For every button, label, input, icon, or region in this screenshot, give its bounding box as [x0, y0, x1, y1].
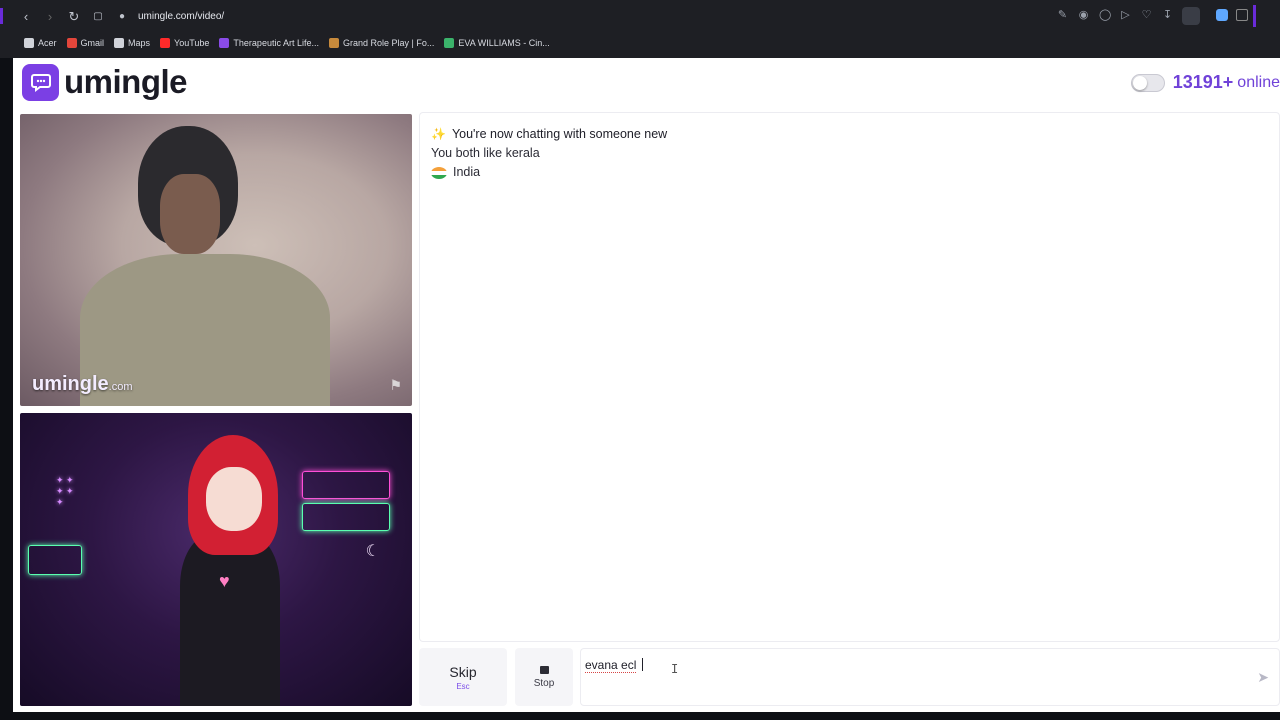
- chat-bubble-icon: [22, 63, 59, 101]
- shield-icon[interactable]: ◯: [1099, 8, 1111, 21]
- edit-icon[interactable]: ✎: [1057, 8, 1068, 21]
- interest-text: You both like kerala: [431, 146, 540, 160]
- skip-button[interactable]: Skip Esc: [419, 648, 507, 706]
- chat-controls: Skip Esc Stop evana ecl I ➤: [419, 646, 1280, 708]
- browser-chrome: ‹ › ↻ ▢ ● umingle.com/video/ ✎ ◉ ◯ ▷ ♡ ↧…: [0, 0, 1280, 58]
- india-flag-icon: [431, 166, 447, 179]
- neon-sign: [302, 471, 390, 499]
- bookmark-favicon-icon: [444, 38, 455, 48]
- bookmark-favicon-icon: [219, 38, 230, 48]
- bookmark-label: Acer: [38, 38, 57, 48]
- reload-icon[interactable]: ↻: [64, 7, 84, 27]
- online-count: 13191+: [1172, 72, 1234, 92]
- sparkle-icon: ✨: [431, 127, 446, 141]
- bookmark-label: Therapeutic Art Life...: [233, 38, 319, 48]
- stranger-face: [160, 174, 220, 254]
- neon-sign: [28, 545, 82, 575]
- bookmark-label: EVA WILLIAMS - Cin...: [458, 38, 550, 48]
- bookmark-label: Gmail: [80, 38, 105, 48]
- bookmark-item[interactable]: Grand Role Play | Fo...: [325, 38, 438, 48]
- chat-panel: ✨ You're now chatting with someone new Y…: [419, 112, 1280, 642]
- bookmark-item[interactable]: Gmail: [63, 38, 109, 48]
- skip-shortcut: Esc: [456, 681, 470, 691]
- ibeam-cursor-icon: I: [671, 662, 679, 676]
- browser-toolbar: ✎ ◉ ◯ ▷ ♡ ↧ ≡: [1057, 8, 1194, 21]
- bookmark-label: Grand Role Play | Fo...: [342, 38, 435, 48]
- message-input[interactable]: evana ecl I ➤: [580, 648, 1280, 706]
- site-logo[interactable]: umingle: [22, 63, 188, 101]
- heart-icon: ♥: [219, 571, 230, 591]
- chat-interest: You both like kerala: [431, 144, 1268, 163]
- text-caret: [642, 658, 643, 671]
- self-video: ✦ ✦ ✦ ✦ ✦ ☾ ♥: [20, 413, 412, 706]
- back-icon[interactable]: ‹: [16, 7, 36, 27]
- online-label: online: [1237, 73, 1280, 91]
- message-text: evana ecl: [585, 658, 637, 673]
- bookmark-item[interactable]: Acer: [20, 38, 61, 48]
- sidebar-accent: [1253, 5, 1256, 27]
- watermark-text: umingle: [32, 373, 109, 395]
- bookmark-favicon-icon: [328, 38, 339, 48]
- bookmark-item[interactable]: Maps: [110, 38, 154, 48]
- extension-icon[interactable]: [1216, 9, 1228, 21]
- avatar-body: [180, 535, 280, 706]
- address-bar-url[interactable]: umingle.com/video/: [138, 11, 224, 22]
- chat-status: ✨ You're now chatting with someone new: [431, 125, 1268, 144]
- download-icon[interactable]: ↧: [1162, 8, 1173, 21]
- logo-text: umingle: [64, 63, 188, 100]
- country-text: India: [453, 165, 481, 179]
- play-icon[interactable]: ▷: [1120, 8, 1131, 21]
- chat-country: India: [431, 163, 1268, 182]
- stop-label: Stop: [533, 677, 555, 689]
- online-indicator: 13191+ online: [1130, 72, 1280, 93]
- maps-icon: [114, 38, 125, 48]
- bookmark-label: Maps: [128, 38, 151, 48]
- skip-label: Skip: [449, 663, 477, 680]
- gmail-icon: [66, 38, 77, 48]
- lock-icon[interactable]: ●: [112, 7, 132, 27]
- forward-icon[interactable]: ›: [40, 7, 60, 27]
- bookmark-label: YouTube: [174, 38, 210, 48]
- stop-button[interactable]: Stop: [515, 648, 573, 706]
- report-flag-icon[interactable]: ⚑: [389, 377, 402, 394]
- moon-icon: ☾: [365, 543, 380, 560]
- stranger-video[interactable]: umingle.com ⚑: [20, 114, 412, 406]
- bookmarks-bar: Acer Gmail Maps YouTube Therapeutic Art …: [0, 33, 554, 53]
- profile-icon[interactable]: [1182, 7, 1200, 25]
- stop-icon: [539, 665, 549, 674]
- folder-icon: [24, 38, 34, 48]
- neon-decoration: ✦ ✦ ✦ ✦ ✦: [56, 475, 74, 507]
- bookmark-item[interactable]: YouTube: [156, 38, 213, 48]
- umingle-page: umingle 13191+ online umingle.com ⚑ ✦ ✦ ✦…: [13, 58, 1280, 712]
- heart-icon[interactable]: ♡: [1141, 8, 1152, 21]
- youtube-icon: [160, 38, 171, 48]
- bookmark-item[interactable]: EVA WILLIAMS - Cin...: [440, 38, 553, 48]
- camera-icon[interactable]: ◉: [1078, 8, 1089, 21]
- page-info-icon[interactable]: ▢: [88, 7, 108, 27]
- neon-sign: [302, 503, 390, 531]
- theme-toggle[interactable]: [1130, 73, 1165, 92]
- avatar-face: [206, 467, 262, 531]
- watermark-suffix: .com: [108, 381, 133, 393]
- bookmark-item[interactable]: Therapeutic Art Life...: [215, 38, 323, 48]
- status-text: You're now chatting with someone new: [451, 127, 668, 141]
- send-icon[interactable]: ➤: [1257, 669, 1269, 686]
- video-watermark: umingle.com: [32, 373, 133, 396]
- extension-cube-icon[interactable]: [1236, 9, 1248, 21]
